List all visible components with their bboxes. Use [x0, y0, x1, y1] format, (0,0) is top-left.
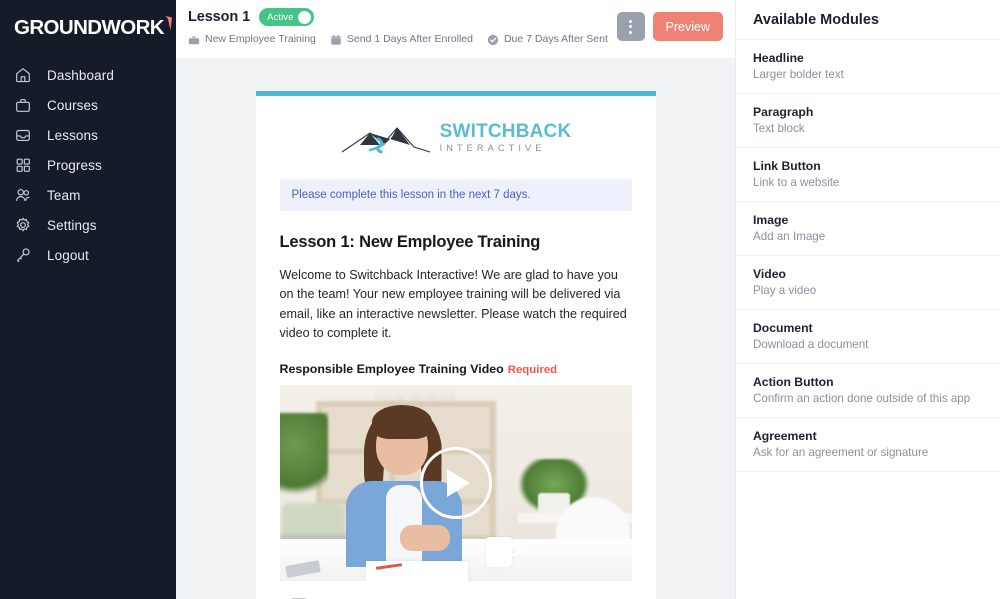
module-desc: Ask for an agreement or signature: [753, 446, 929, 459]
module-name: Video: [753, 267, 786, 281]
person-arm: [399, 525, 450, 552]
kebab-dot: [629, 25, 633, 28]
module-item-link-button[interactable]: Link Button Link to a website: [736, 148, 1000, 202]
chip-due-date: Due 7 Days After Sent: [487, 33, 608, 46]
sidebar-item-label: Dashboard: [47, 67, 114, 83]
topbar-actions: Preview: [616, 12, 723, 41]
preview-button[interactable]: Preview: [652, 12, 723, 41]
module-desc: Confirm an action done outside of this a…: [753, 392, 971, 405]
briefcase-icon: [188, 33, 200, 45]
module-item-image[interactable]: Image Add an Image: [736, 202, 1000, 256]
module-item-paragraph[interactable]: Paragraph Text block: [736, 94, 1000, 148]
page-title: Lesson 1: [188, 9, 251, 25]
available-modules-panel: Available Modules Headline Larger bolder…: [735, 0, 1000, 599]
person-hair-front: [371, 405, 432, 440]
module-desc: Text block: [753, 122, 805, 135]
check-circle-icon: [487, 33, 499, 46]
active-status-toggle[interactable]: Active: [259, 8, 314, 26]
email-card: SWITCHBACK INTERACTIVE Please complete t…: [255, 91, 656, 599]
email-content: SWITCHBACK INTERACTIVE Please complete t…: [256, 96, 656, 599]
email-headline[interactable]: Lesson 1: New Employee Training: [280, 233, 632, 252]
app-logo-text: GROUNDWORK: [14, 15, 165, 39]
sidebar-item-settings[interactable]: Settings: [0, 210, 176, 240]
sidebar-item-team[interactable]: Team: [0, 180, 176, 210]
toggle-knob: [297, 10, 311, 24]
play-triangle: [447, 469, 470, 498]
sidebar-item-lessons[interactable]: Lessons: [0, 120, 176, 150]
sidebar-item-label: Lessons: [47, 127, 98, 143]
sidebar-item-label: Team: [47, 187, 81, 203]
more-options-button[interactable]: [616, 12, 645, 41]
kebab-dot: [629, 30, 633, 34]
kebab-dot: [629, 19, 633, 23]
main-area: Lesson 1 Active New Employee Training Se…: [176, 0, 735, 599]
module-desc: Download a document: [753, 338, 869, 351]
plant-left: [279, 413, 328, 506]
video-thumbnail[interactable]: HAPPY: [279, 385, 632, 582]
module-name: Link Button: [753, 159, 821, 173]
document-module[interactable]: Annual ReportRequired A brief helpful de…: [280, 581, 632, 599]
chip-send-schedule: Send 1 Days After Enrolled: [330, 33, 473, 45]
module-name: Paragraph: [753, 105, 814, 119]
mug-handle: [509, 543, 521, 557]
email-canvas: SWITCHBACK INTERACTIVE Please complete t…: [176, 58, 735, 599]
calendar-icon: [330, 33, 342, 45]
notice-banner[interactable]: Please complete this lesson in the next …: [279, 179, 632, 211]
email-paragraph[interactable]: Welcome to Switchback Interactive! We ar…: [280, 266, 632, 343]
chip-course: New Employee Training: [188, 33, 316, 45]
module-item-action-button[interactable]: Action Button Confirm an action done out…: [736, 364, 1000, 418]
module-name: Action Button: [753, 375, 834, 389]
grid-icon: [14, 156, 32, 174]
module-name: Agreement: [753, 429, 817, 443]
sidebar-item-label: Progress: [47, 157, 102, 173]
status-badge: Active: [267, 11, 294, 23]
app-root: GROUNDWORK Dashboard Courses Lessons Pro…: [0, 0, 1000, 599]
brand-name: SWITCHBACK: [439, 121, 572, 143]
briefcase-icon: [14, 96, 32, 114]
module-item-headline[interactable]: Headline Larger bolder text: [736, 40, 1000, 94]
mug: [485, 537, 512, 568]
module-desc: Play a video: [753, 284, 817, 297]
sidebar-item-label: Courses: [47, 97, 98, 113]
module-desc: Link to a website: [753, 176, 840, 189]
module-desc: Add an Image: [753, 230, 826, 243]
module-name: Headline: [753, 51, 804, 65]
app-logo[interactable]: GROUNDWORK: [0, 0, 176, 56]
chip-label: Due 7 Days After Sent: [503, 33, 608, 45]
modules-panel-title: Available Modules: [753, 11, 879, 28]
module-item-agreement[interactable]: Agreement Ask for an agreement or signat…: [736, 418, 1000, 472]
mountain-logo-icon: [340, 119, 432, 157]
module-name: Image: [753, 213, 789, 227]
brand-wordmark: SWITCHBACK INTERACTIVE: [440, 122, 572, 153]
inbox-icon: [14, 126, 32, 144]
video-title: Responsible Employee Training Video: [279, 362, 504, 377]
sidebar-item-courses[interactable]: Courses: [0, 90, 176, 120]
play-button-icon[interactable]: [419, 447, 492, 520]
notebook: [365, 561, 468, 582]
sidebar-item-progress[interactable]: Progress: [0, 150, 176, 180]
sidebar-nav: Dashboard Courses Lessons Progress Team …: [0, 60, 176, 270]
home-icon: [14, 66, 32, 84]
lesson-topbar: Lesson 1 Active New Employee Training Se…: [176, 0, 735, 58]
brand-subtitle: INTERACTIVE: [439, 143, 546, 154]
chip-label: Send 1 Days After Enrolled: [346, 33, 473, 45]
brand-logo-module[interactable]: SWITCHBACK INTERACTIVE: [280, 96, 632, 179]
sidebar-item-dashboard[interactable]: Dashboard: [0, 60, 176, 90]
sidebar: GROUNDWORK Dashboard Courses Lessons Pro…: [0, 0, 176, 599]
module-desc: Larger bolder text: [753, 68, 844, 81]
chip-label: New Employee Training: [205, 33, 316, 45]
gear-icon: [14, 216, 32, 234]
logo-mark-icon: [165, 15, 173, 31]
sidebar-item-label: Settings: [47, 217, 97, 233]
people-icon: [14, 186, 32, 204]
sidebar-item-label: Logout: [47, 247, 89, 263]
module-item-video[interactable]: Video Play a video: [736, 256, 1000, 310]
module-item-document[interactable]: Document Download a document: [736, 310, 1000, 364]
video-required-badge: Required: [507, 364, 558, 377]
sidebar-item-logout[interactable]: Logout: [0, 240, 176, 270]
video-module-label: Responsible Employee Training Video Requi…: [280, 362, 632, 376]
key-icon: [14, 246, 32, 264]
modules-panel-header: Available Modules: [736, 0, 1000, 40]
module-name: Document: [753, 321, 813, 335]
